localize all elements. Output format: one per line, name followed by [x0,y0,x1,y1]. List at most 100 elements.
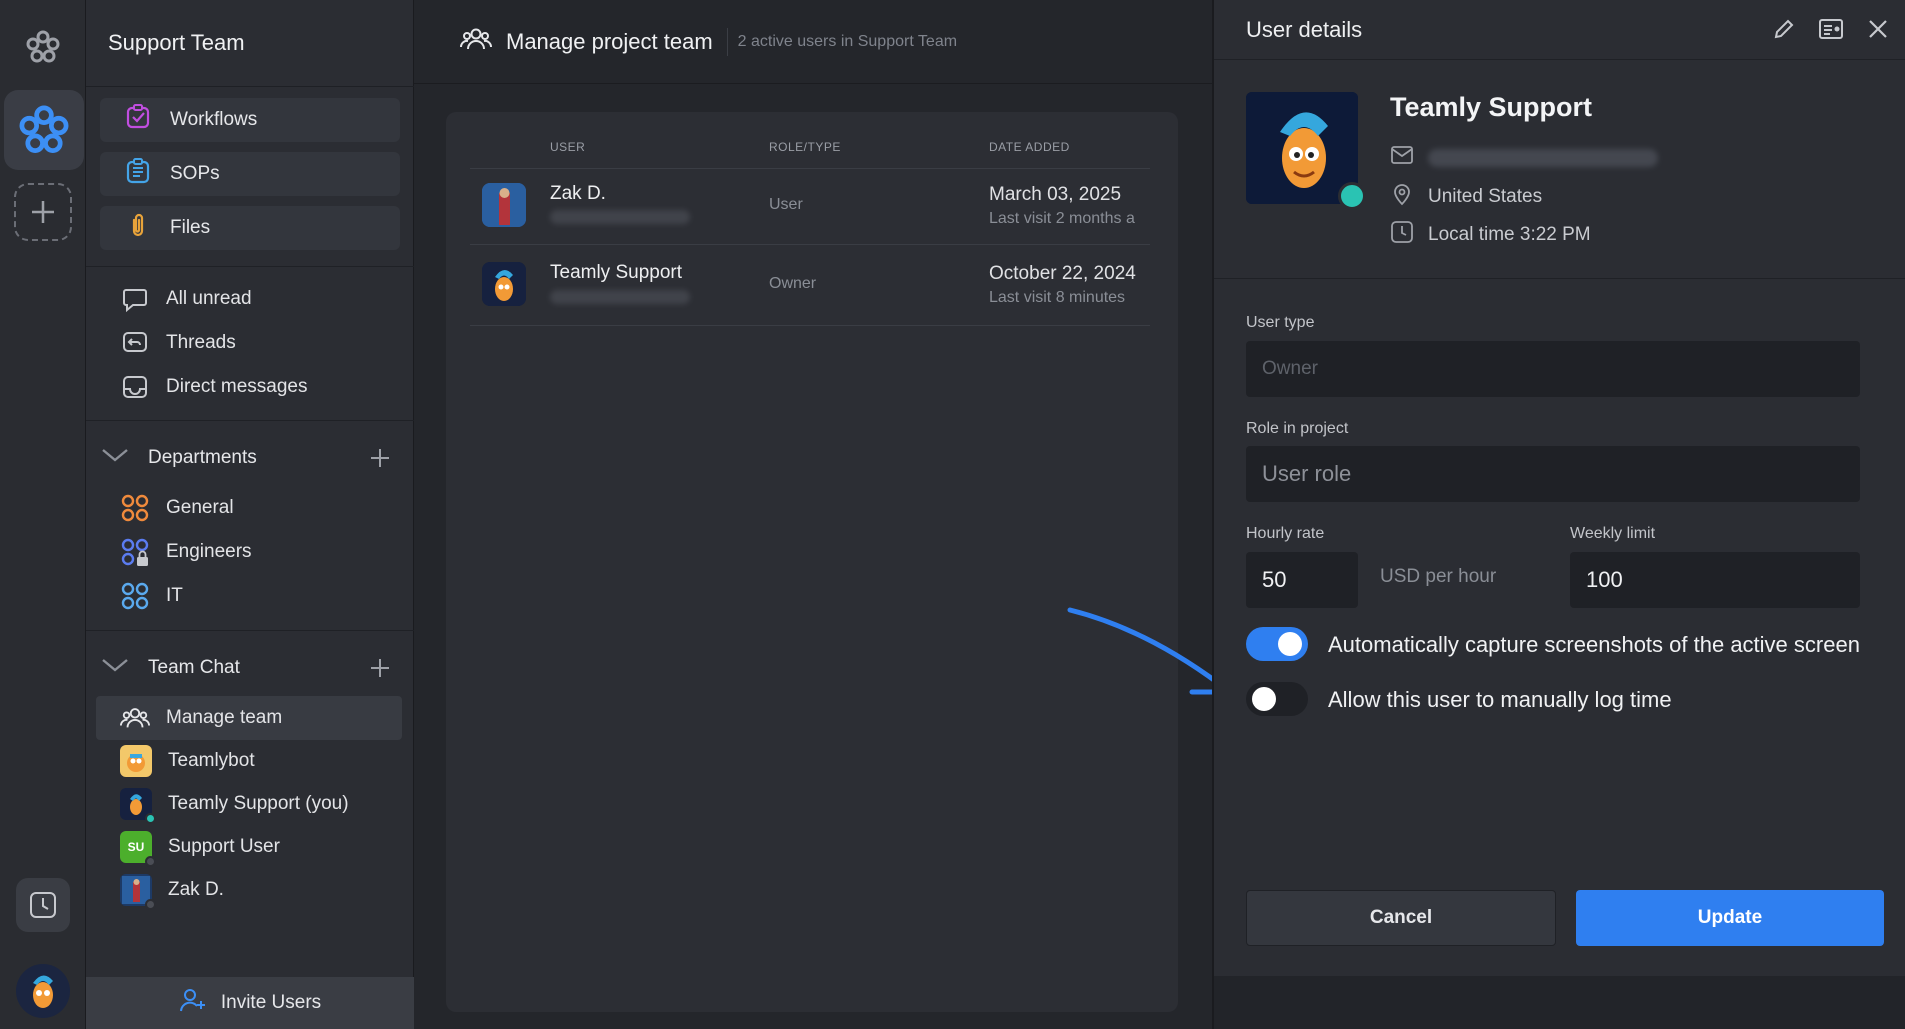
sidebar-item-label: General [166,497,234,518]
divider [470,244,1150,245]
team-table-card [446,112,1178,1012]
sidebar-item-zak-d[interactable]: Zak D. [120,872,224,910]
paperclip-icon [124,211,152,245]
team-icon [120,703,150,733]
column-header-date[interactable]: DATE ADDED [989,140,1070,154]
mail-icon [1390,145,1414,171]
clock-icon[interactable] [16,878,70,932]
role-input[interactable]: User role [1246,446,1860,502]
workspace-rail [0,0,86,1029]
date-added: March 03, 2025 [989,184,1122,205]
clock-icon [1390,220,1414,250]
divider [470,168,1150,169]
add-chat-icon[interactable] [368,656,392,686]
redacted-email [1428,149,1658,167]
divider [1214,278,1905,279]
sidebar-item-manage-team[interactable]: Manage team [120,700,282,736]
team-icon [459,25,493,58]
role-label: Role in project [1246,420,1349,437]
invite-users-button[interactable]: Invite Users [86,977,414,1029]
profile-location: United States [1428,186,1543,207]
chat-bubble-icon [120,284,150,314]
chevron-down-icon[interactable] [100,445,132,471]
user-name: Teamly Support [550,262,683,283]
user-type-value: Owner [1262,358,1318,379]
profile-name: Teamly Support [1390,92,1593,122]
divider [86,266,414,267]
sidebar-item-label: Support User [168,836,280,857]
column-header-role[interactable]: ROLE/TYPE [769,140,841,154]
edit-pencil-icon[interactable] [1771,16,1797,47]
online-status-dot [1338,182,1366,210]
avatar-initials: SU [127,840,145,854]
sidebar-item-it[interactable]: IT [120,578,183,614]
screenshot-capture-label: Automatically capture screenshots of the… [1328,632,1860,657]
department-icon [120,493,150,523]
close-icon[interactable] [1865,16,1891,47]
departments-section-header[interactable]: Departments [100,438,400,478]
sidebar-item-sops[interactable]: SOPs [100,152,400,196]
sidebar-item-label: SOPs [170,163,220,184]
cancel-button[interactable]: Cancel [1246,890,1556,946]
weekly-limit-input[interactable]: 100 [1570,552,1860,608]
role-placeholder: User role [1262,461,1352,486]
teamlybot-avatar [120,745,152,777]
last-visit: Last visit 8 minutes [989,289,1126,306]
details-card-icon[interactable] [1817,16,1845,47]
sidebar-item-label: IT [166,585,183,606]
sidebar-item-all-unread[interactable]: All unread [120,281,252,317]
screenshot-capture-toggle[interactable] [1246,627,1308,661]
current-user-avatar[interactable] [16,964,70,1018]
redacted-email [550,290,690,304]
update-button[interactable]: Update [1576,890,1884,946]
sidebar-item-teamly-support[interactable]: Teamly Support (you) [120,786,349,824]
weekly-limit-value: 100 [1586,567,1623,592]
support-user-avatar: SU [120,831,156,867]
sidebar-item-direct-messages[interactable]: Direct messages [120,369,308,405]
workspace-support-team-icon[interactable] [4,90,84,170]
toggle-knob [1252,687,1276,711]
user-type-label: User type [1246,314,1315,331]
sidebar-item-general[interactable]: General [120,490,234,526]
panel-toolbar [1771,16,1891,47]
department-icon [120,581,150,611]
panel-title: User details [1246,16,1363,42]
app-logo-icon[interactable] [14,18,72,76]
add-department-icon[interactable] [368,446,392,476]
column-header-user[interactable]: USER [550,140,585,154]
manual-time-label: Allow this user to manually log time [1328,687,1672,712]
chevron-down-icon[interactable] [100,655,132,681]
sidebar-item-label: Zak D. [168,879,224,900]
sidebar-item-label: Workflows [170,109,258,130]
profile-local-time: Local time 3:22 PM [1428,224,1591,245]
sidebar-item-engineers[interactable]: Engineers [120,534,252,570]
sidebar-item-label: Direct messages [166,376,308,397]
team-chat-section-header[interactable]: Team Chat [100,648,400,688]
sidebar-item-workflows[interactable]: Workflows [100,98,400,142]
threads-icon [120,328,150,358]
hourly-rate-value: 50 [1262,567,1287,592]
clipboard-list-icon [124,157,152,191]
date-added: October 22, 2024 [989,263,1136,284]
user-details-panel: User details Teamly Support United State… [1212,0,1905,1029]
sidebar-item-files[interactable]: Files [100,206,400,250]
hourly-rate-label: Hourly rate [1246,525,1325,542]
hourly-rate-input[interactable]: 50 [1246,552,1358,608]
divider [86,86,414,87]
toggle-knob [1278,632,1302,656]
invite-users-label: Invite Users [220,992,322,1013]
user-role: User [769,196,803,213]
add-workspace-icon[interactable] [14,183,72,241]
sidebar-item-label: Teamlybot [168,750,255,771]
sidebar-item-threads[interactable]: Threads [120,325,236,361]
zak-avatar [120,874,156,910]
sidebar: Support Team Workflows SOPs Files All un… [86,0,414,1029]
divider [86,630,414,631]
sidebar-item-teamlybot[interactable]: Teamlybot [120,743,255,779]
redacted-email [550,210,690,224]
manual-time-toggle[interactable] [1246,682,1308,716]
weekly-limit-label: Weekly limit [1570,525,1656,542]
inbox-icon [120,372,150,402]
section-label: Departments [148,447,257,468]
sidebar-item-support-user[interactable]: SU Support User [120,829,280,867]
